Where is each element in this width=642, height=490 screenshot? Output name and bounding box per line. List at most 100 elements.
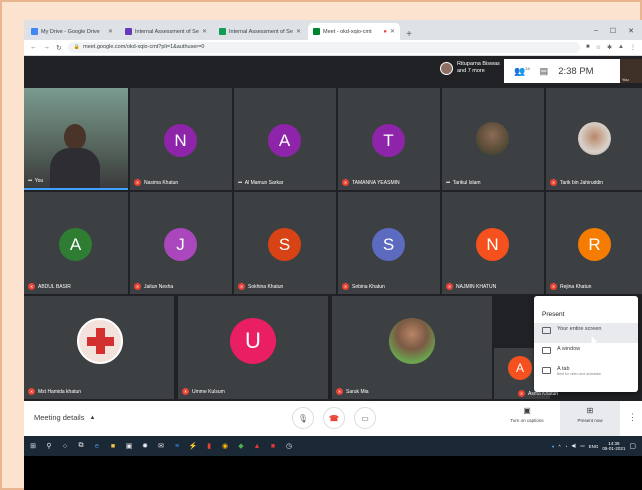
drive-favicon-icon [31,28,38,35]
app-icon[interactable]: ≡ [172,441,182,451]
browser-tab[interactable]: Internal Assessment of Semester✕ [120,23,212,40]
menu-icon[interactable]: ⋮ [630,44,636,51]
audio-dots-icon: ••• [446,180,450,186]
other-participants-indicator[interactable]: Rituparna Biswas and 7 more [440,61,500,75]
app-icon[interactable]: ■ [268,441,278,451]
task-view-icon[interactable]: ⧉ [76,441,86,451]
present-tab-option[interactable]: A tab Best for video and animation [534,363,638,383]
chevron-up-icon[interactable]: ^ [559,444,561,449]
avatar: T [372,124,405,157]
participant-tile[interactable]: N ✕ NAJMIN KHATUN [442,192,544,294]
participant-tile[interactable]: A ✕ ABDUL BASIR [24,192,128,294]
present-screen-icon: ⊞ [586,406,594,415]
hang-up-icon: ☎ [329,413,339,423]
participant-tile[interactable]: ✕ Saruk Mia [332,296,492,399]
participant-tile[interactable]: R ✕ Rejina Khatun [546,192,642,294]
present-entire-screen-option[interactable]: Your entire screen [534,323,638,343]
forms-favicon-icon [125,28,132,35]
audio-dots-icon: ••• [28,178,32,184]
profile-photo [578,122,611,155]
app-icon[interactable]: ▮ [204,441,214,451]
network-icon[interactable]: ◔ [565,444,568,449]
back-icon[interactable]: ← [30,44,37,51]
meet-top-bar: Rituparna Biswas and 7 more 👥24 ▤ 2:38 PM… [24,56,642,86]
forward-icon[interactable]: → [43,44,50,51]
participant-tile[interactable]: U ✕ Umme Kulsum [178,296,328,399]
person-body [50,148,100,188]
close-tab-icon[interactable]: ✕ [108,28,113,35]
participant-tile-self[interactable]: ••• You [24,88,128,190]
present-window-option[interactable]: A window [534,343,638,363]
windows-start-icon[interactable]: ⊞ [28,441,38,451]
pdf-icon[interactable]: ▲ [252,441,262,451]
reload-icon[interactable]: ↻ [56,44,62,52]
profile-photo [77,318,123,364]
participant-tile[interactable]: ✕ Tarik bin Jahiruddin [546,88,642,190]
end-call-button[interactable]: ☎ [323,407,345,429]
screen: My Drive - Google Drive ✕ Internal Assess… [24,20,642,490]
volume-icon[interactable]: ◀) [571,443,576,449]
cortana-icon[interactable]: ○ [60,441,70,451]
camera-button[interactable]: ▭ [354,407,376,429]
chrome-icon[interactable]: ◉ [220,441,230,451]
participant-tile[interactable]: S ✕ Sebina Khatun [338,192,440,294]
clock-app-icon[interactable]: ◷ [284,441,294,451]
maximize-icon[interactable]: ☐ [610,27,616,35]
close-tab-icon[interactable]: ✕ [390,28,395,35]
tray-app-icon[interactable]: ● [552,444,555,449]
app-icon[interactable]: ◆ [236,441,246,451]
browser-tab[interactable]: Internal Assessment of Semester✕ [214,23,306,40]
participant-tile[interactable]: N ✕ Nasima Khatun [130,88,232,190]
edge-icon[interactable]: e [92,441,102,451]
recording-dot-icon: ● [383,28,387,35]
window-controls: – ☐ ✕ [594,27,642,40]
meeting-details-button[interactable]: Meeting details ▲ [34,413,95,422]
participant-tile[interactable]: S ✕ Sokhina Khatun [234,192,336,294]
close-window-icon[interactable]: ✕ [628,27,634,35]
participant-tile[interactable]: ✕ Mst Hamida khatun [24,296,174,399]
participant-tile[interactable]: J ✕ Jaitun Nesha [130,192,232,294]
microphone-button[interactable]: 🎙 [292,407,314,429]
meet-favicon-icon [313,28,320,35]
language-indicator[interactable]: ENG [589,444,599,449]
people-icon[interactable]: 👥24 [514,66,530,77]
new-tab-button[interactable]: + [402,29,416,40]
more-options-icon[interactable]: ⋮ [628,412,637,423]
file-explorer-icon[interactable]: ■ [108,441,118,451]
taskbar-clock[interactable]: 14:38 05-01-2021 [602,441,625,452]
battery-icon[interactable]: ▭ [580,443,584,449]
profile-icon[interactable]: ▲ [618,44,624,51]
avatar: A [508,356,532,380]
captions-button[interactable]: ▣ Turn on captions [500,406,554,423]
notification-icon[interactable]: ▢ [629,442,636,450]
browser-tab-active[interactable]: Meet - okd-xqio-cmt ● ✕ [308,23,400,40]
power-icon[interactable]: ⚡ [188,441,198,451]
settings-gear-icon[interactable]: ✹ [140,441,150,451]
monitor-icon [542,327,551,334]
search-icon[interactable]: ⚲ [44,441,54,451]
store-icon[interactable]: ▣ [124,441,134,451]
browser-tab[interactable]: My Drive - Google Drive ✕ [26,23,118,40]
mic-off-icon: ✕ [446,283,453,290]
red-cross-emblem [87,337,114,346]
self-preview-thumbnail[interactable]: You [620,59,642,83]
avatar [440,61,453,75]
avatar: A [268,124,301,157]
present-now-button[interactable]: ⊞ Present now [560,401,620,436]
browser-tab-strip: My Drive - Google Drive ✕ Internal Assess… [24,20,642,40]
participant-tile[interactable]: ••• Tarikul Islam [442,88,544,190]
close-tab-icon[interactable]: ✕ [296,28,301,35]
chat-icon[interactable]: ▤ [540,66,549,77]
extensions-icon[interactable]: ✱ [607,44,612,51]
participant-tile[interactable]: A ••• Al Mamun Sarkar [234,88,336,190]
bookmark-star-icon[interactable]: ☆ [596,44,601,51]
avatar: S [268,228,301,261]
mic-off-icon: ✕ [238,283,245,290]
camera-permission-icon[interactable]: ■ [586,44,590,51]
close-tab-icon[interactable]: ✕ [202,28,207,35]
url-input[interactable]: 🔒 meet.google.com/okd-xqio-cmt?pli=1&auth… [67,42,580,53]
participant-tile[interactable]: T ✕ TAMANNA YEASMIN [338,88,440,190]
address-bar: ← → ↻ 🔒 meet.google.com/okd-xqio-cmt?pli=… [24,40,642,56]
mail-icon[interactable]: ✉ [156,441,166,451]
minimize-icon[interactable]: – [594,27,598,35]
